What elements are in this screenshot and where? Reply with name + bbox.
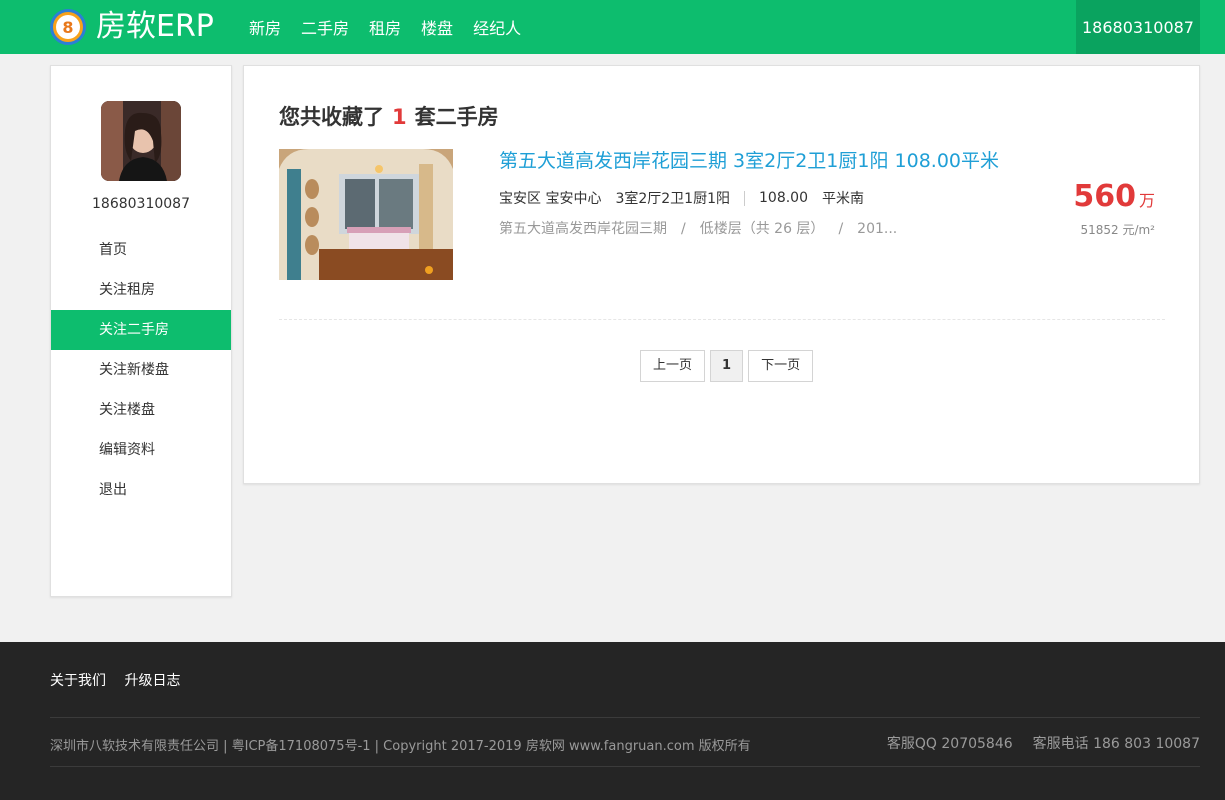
listing-thumbnail[interactable] bbox=[279, 149, 453, 280]
listing-title-link[interactable]: 第五大道高发西岸花园三期 3室2厅2卫1厨1阳 108.00平米 bbox=[499, 146, 999, 173]
favorite-count: 1 bbox=[392, 105, 407, 129]
footer-links: 关于我们 升级日志 bbox=[50, 670, 194, 690]
listing-orientation: 平米南 bbox=[822, 191, 864, 207]
listing-meta: 第五大道高发西岸花园三期 / 低楼层（共 26 层） / 201... bbox=[499, 218, 897, 238]
prev-page-button[interactable]: 上一页 bbox=[640, 350, 706, 382]
nav-item-rent[interactable]: 租房 bbox=[369, 15, 401, 39]
sidebar-username: 18680310087 bbox=[92, 196, 190, 212]
header-user-account[interactable]: 18680310087 bbox=[1076, 0, 1200, 54]
listing-community: 第五大道高发西岸花园三期 bbox=[499, 221, 667, 237]
footer-link-changelog[interactable]: 升级日志 bbox=[124, 673, 180, 689]
sidebar-item-followed-rent[interactable]: 关注租房 bbox=[51, 270, 231, 310]
nav-item-new-house[interactable]: 新房 bbox=[249, 15, 281, 39]
footer-link-about[interactable]: 关于我们 bbox=[50, 673, 106, 689]
sidebar: 18680310087 首页 关注租房 关注二手房 关注新楼盘 关注楼盘 编辑资… bbox=[50, 65, 232, 597]
listing-layout: 3室2厅2卫1厨1阳 bbox=[615, 191, 730, 207]
top-navbar: 8 房软ERP 新房 二手房 租房 楼盘 经纪人 18680310087 bbox=[0, 0, 1225, 54]
title-prefix: 您共收藏了 bbox=[279, 105, 384, 129]
sidebar-item-edit-profile[interactable]: 编辑资料 bbox=[51, 430, 231, 470]
listing-area: 108.00 bbox=[759, 190, 808, 206]
logo-badge-icon: 8 bbox=[50, 9, 86, 45]
sidebar-menu: 首页 关注租房 关注二手房 关注新楼盘 关注楼盘 编辑资料 退出 bbox=[51, 230, 231, 510]
listing-floor: 低楼层（共 26 层） bbox=[699, 221, 825, 237]
footer-divider bbox=[50, 717, 1200, 718]
logo-text: 房软ERP bbox=[96, 9, 214, 44]
avatar bbox=[101, 101, 181, 181]
listing-price: 560 万 bbox=[1073, 179, 1155, 214]
unit-price: 51852 元/m² bbox=[1080, 223, 1155, 237]
sidebar-item-followed-new-buildings[interactable]: 关注新楼盘 bbox=[51, 350, 231, 390]
listing-district[interactable]: 宝安区 宝安中心 bbox=[499, 188, 601, 208]
listing-photo bbox=[279, 149, 453, 280]
nav-item-buildings[interactable]: 楼盘 bbox=[421, 15, 453, 39]
info-divider bbox=[744, 190, 745, 206]
pagination: 上一页 1 下一页 bbox=[640, 350, 818, 382]
price-value: 560 bbox=[1073, 179, 1136, 214]
nav-item-second-hand[interactable]: 二手房 bbox=[301, 15, 349, 39]
meta-slash: / bbox=[681, 221, 686, 237]
listing-year: 201... bbox=[857, 221, 898, 237]
sidebar-item-logout[interactable]: 退出 bbox=[51, 470, 231, 510]
footer-divider bbox=[50, 766, 1200, 767]
footer-copyright: 深圳市八软技术有限责任公司 | 粤ICP备17108075号-1 | Copyr… bbox=[50, 739, 751, 754]
avatar-image bbox=[101, 101, 181, 181]
footer-qq: 客服QQ 20705846 bbox=[886, 736, 1013, 752]
sidebar-item-home[interactable]: 首页 bbox=[51, 230, 231, 270]
page-title: 您共收藏了 1 套二手房 bbox=[279, 101, 499, 131]
listing-divider bbox=[279, 319, 1165, 320]
footer: 关于我们 升级日志 深圳市八软技术有限责任公司 | 粤ICP备17108075号… bbox=[0, 642, 1225, 800]
sidebar-item-followed-second-hand[interactable]: 关注二手房 bbox=[51, 310, 231, 350]
sidebar-item-followed-buildings[interactable]: 关注楼盘 bbox=[51, 390, 231, 430]
footer-phone: 客服电话 186 803 10087 bbox=[1032, 736, 1200, 752]
main-nav: 新房 二手房 租房 楼盘 经纪人 bbox=[249, 0, 541, 54]
meta-slash: / bbox=[838, 221, 844, 237]
nav-item-agents[interactable]: 经纪人 bbox=[473, 15, 521, 39]
site-logo[interactable]: 8 房软ERP bbox=[50, 9, 214, 45]
page-1-button[interactable]: 1 bbox=[710, 350, 744, 382]
next-page-button[interactable]: 下一页 bbox=[748, 350, 814, 382]
logo-badge-number: 8 bbox=[56, 15, 80, 39]
footer-contact: 客服QQ 20705846 客服电话 186 803 10087 bbox=[887, 733, 1200, 753]
price-unit: 万 bbox=[1138, 191, 1155, 210]
listing-info: 宝安区 宝安中心 3室2厅2卫1厨1阳 108.00 平米南 bbox=[499, 188, 864, 208]
favorites-panel: 您共收藏了 1 套二手房 第五大道高发西岸花园三期 3室2厅2卫1厨1阳 108.0… bbox=[243, 65, 1200, 484]
title-suffix: 套二手房 bbox=[414, 105, 499, 129]
